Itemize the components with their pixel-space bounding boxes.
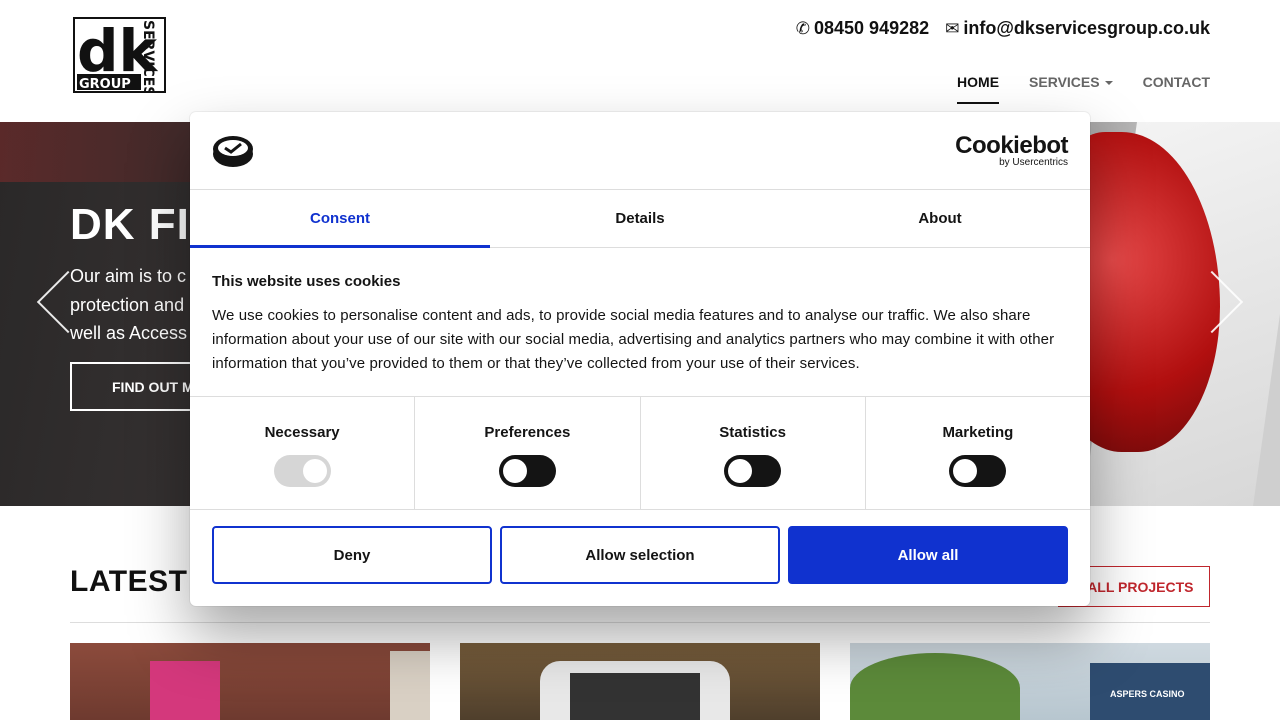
toggle-knob [302,459,327,483]
cookiebot-icon [212,134,254,168]
thumbnail-sign-text: ASPERS CASINO [1110,689,1185,699]
category-necessary: Necessary [190,397,416,509]
thumbnail-detail [570,673,700,720]
category-label: Statistics [719,424,786,441]
phone-link[interactable]: ✆ 08450 949282 [796,18,929,39]
category-label: Necessary [264,424,340,441]
logo-group-text: GROUP [79,77,131,92]
brand-name: Cookiebot [955,132,1068,159]
category-marketing: Marketing [866,397,1090,509]
nav-item-home[interactable]: HOME [957,74,1000,104]
project-thumbnail[interactable] [460,643,820,720]
toggle-knob [953,459,978,483]
cookie-consent-dialog: Cookiebot by Usercentrics Consent Detail… [190,112,1090,606]
phone-number: 08450 949282 [814,18,930,38]
tab-details[interactable]: Details [490,190,790,247]
allow-selection-button[interactable]: Allow selection [500,526,780,584]
allow-all-button[interactable]: Allow all [788,526,1068,584]
toggle-knob [502,459,527,483]
project-thumbnail[interactable] [70,643,430,720]
dialog-body: This website uses cookies We use cookies… [190,248,1090,398]
thumbnail-detail [150,661,220,720]
dialog-tabs: Consent Details About [190,190,1090,248]
marketing-toggle[interactable] [949,455,1007,487]
dk-services-group-logo[interactable]: dk GROUP SERVICES [73,17,166,96]
necessary-toggle [273,455,331,487]
category-label: Marketing [942,424,1014,441]
dialog-header: Cookiebot by Usercentrics [190,112,1090,190]
contact-line: ✆ 08450 949282 ✉ info@dkservicesgroup.co.u… [796,18,1210,39]
email-link[interactable]: ✉ info@dkservicesgroup.co.uk [945,18,1210,39]
nav-item-services[interactable]: SERVICES [1029,74,1113,104]
dialog-buttons: Deny Allow selection Allow all [212,526,1068,584]
category-statistics: Statistics [641,397,866,509]
chevron-down-icon [1104,81,1113,86]
thumbnail-detail [850,653,1020,720]
nav-item-contact[interactable]: CONTACT [1143,74,1210,104]
statistics-toggle[interactable] [724,455,782,487]
logo-services-text: SERVICES [140,20,156,93]
divider [70,622,1210,623]
tab-consent[interactable]: Consent [190,190,490,248]
cookiebot-brand[interactable]: Cookiebot by Usercentrics [955,132,1068,168]
category-preferences: Preferences [415,397,641,509]
main-nav: HOME SERVICES CONTACT [957,74,1210,104]
email-icon: ✉ [945,19,960,38]
nav-item-services-label: SERVICES [1029,74,1100,90]
site-header: dk GROUP SERVICES ✆ 08450 949282 ✉ info@dk… [0,0,1280,122]
project-thumbnail[interactable]: ASPERS CASINO [850,643,1210,720]
phone-icon: ✆ [795,19,810,38]
tab-about[interactable]: About [790,190,1090,247]
preferences-toggle[interactable] [498,455,556,487]
dialog-heading: This website uses cookies [212,273,401,290]
cookie-categories: Necessary Preferences Statistics Marketi… [190,396,1090,510]
toggle-knob [728,459,753,483]
category-label: Preferences [484,424,571,441]
deny-button[interactable]: Deny [212,526,492,584]
dialog-description: We use cookies to personalise content an… [212,307,1055,372]
email-address: info@dkservicesgroup.co.uk [963,18,1210,38]
thumbnail-detail [390,651,430,720]
